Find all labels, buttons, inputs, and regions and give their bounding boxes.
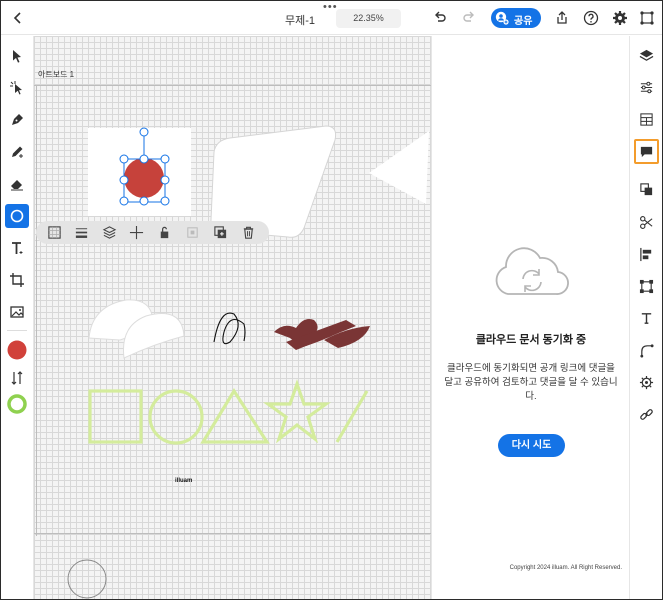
duplicate-icon[interactable] [213, 225, 228, 240]
ellipse-tool-icon[interactable] [5, 204, 29, 228]
green-triangle-outline [200, 387, 270, 444]
export-icon[interactable] [554, 10, 570, 26]
comments-icon[interactable] [634, 139, 659, 164]
layers-icon[interactable] [634, 43, 659, 68]
type-tool-icon[interactable] [5, 236, 29, 260]
layers-stack-icon[interactable] [102, 225, 117, 240]
green-line [335, 390, 369, 443]
artwork [67, 125, 429, 599]
invite-user-icon [495, 11, 509, 25]
more-options-icon[interactable]: ••• [323, 2, 338, 13]
unlock-icon[interactable] [157, 225, 172, 240]
back-icon[interactable] [9, 9, 27, 27]
mask-icon[interactable] [185, 225, 200, 240]
gray-circle-outline [67, 559, 107, 599]
fill-color-swatch[interactable] [5, 338, 29, 362]
undo-icon[interactable] [432, 10, 448, 26]
green-square-outline [88, 389, 143, 444]
contextual-task-bar [36, 221, 269, 244]
rotate-handle [139, 127, 149, 137]
canvas[interactable]: 아트보드 1 illuam [34, 36, 431, 599]
texture-icon[interactable] [47, 225, 62, 240]
black-scribble-path [213, 312, 246, 345]
type-properties-icon[interactable] [634, 306, 659, 331]
comments-panel: 클라우드 문서 동기화 중 클라우드에 동기화되면 공개 링크에 댓글을 달고 … [431, 36, 629, 599]
toolbar-divider [7, 330, 27, 331]
direct-select-tool-icon[interactable] [5, 76, 29, 100]
eraser-tool-icon[interactable] [5, 172, 29, 196]
stroke-color-swatch[interactable] [5, 392, 29, 416]
white-triangle-shape [369, 131, 429, 204]
selected-red-ellipse [124, 158, 164, 198]
artwork-logo-text: illuam [175, 478, 193, 484]
delete-trash-icon[interactable] [241, 225, 256, 240]
settings-gear-icon[interactable] [612, 10, 628, 26]
copyright-text: Copyright 2024 illuam. All Right Reserve… [509, 565, 622, 571]
left-toolbar [1, 36, 34, 599]
link-icon[interactable] [634, 402, 659, 427]
move-crosshair-icon[interactable] [129, 225, 144, 240]
scissors-icon[interactable] [634, 210, 659, 235]
swap-colors-icon[interactable] [5, 366, 29, 390]
redo-icon[interactable] [461, 10, 477, 26]
top-bar: ••• 무제-1 22.35% 공유 [1, 1, 662, 35]
crop-tool-icon[interactable] [5, 268, 29, 292]
properties-sliders-icon[interactable] [634, 75, 659, 100]
green-star-outline [263, 379, 331, 444]
stroke-weight-icon[interactable] [74, 225, 89, 240]
zoom-level[interactable]: 22.35% [336, 9, 401, 28]
libraries-icon[interactable] [634, 107, 659, 132]
fit-screen-icon[interactable] [639, 10, 655, 26]
arrange-icon[interactable] [634, 177, 659, 202]
green-circle-outline [148, 389, 204, 445]
settings-icon[interactable] [634, 370, 659, 395]
retry-button[interactable]: 다시 시도 [498, 434, 565, 457]
right-icon-rail [629, 36, 662, 599]
share-label: 공유 [514, 16, 533, 27]
pen-tool-icon[interactable] [5, 108, 29, 132]
cloud-sync-icon [495, 247, 569, 295]
panel-message: 클라우드에 동기화되면 공개 링크에 댓글을 달고 공유하여 검토하고 댓글을 … [444, 363, 618, 402]
transform-icon[interactable] [634, 274, 659, 299]
help-icon[interactable] [583, 10, 599, 26]
select-tool-icon[interactable] [5, 44, 29, 68]
panel-title: 클라우드 문서 동기화 중 [475, 334, 587, 346]
share-button[interactable]: 공유 [491, 8, 541, 28]
app-window: ••• 무제-1 22.35% 공유 아트보드 1 illuam 클라우드 문서… [0, 0, 663, 600]
curvature-icon[interactable] [634, 338, 659, 363]
document-title[interactable]: 무제-1 [285, 12, 315, 28]
align-left-icon[interactable] [634, 242, 659, 267]
pencil-tool-icon[interactable] [5, 140, 29, 164]
image-tool-icon[interactable] [5, 300, 29, 324]
